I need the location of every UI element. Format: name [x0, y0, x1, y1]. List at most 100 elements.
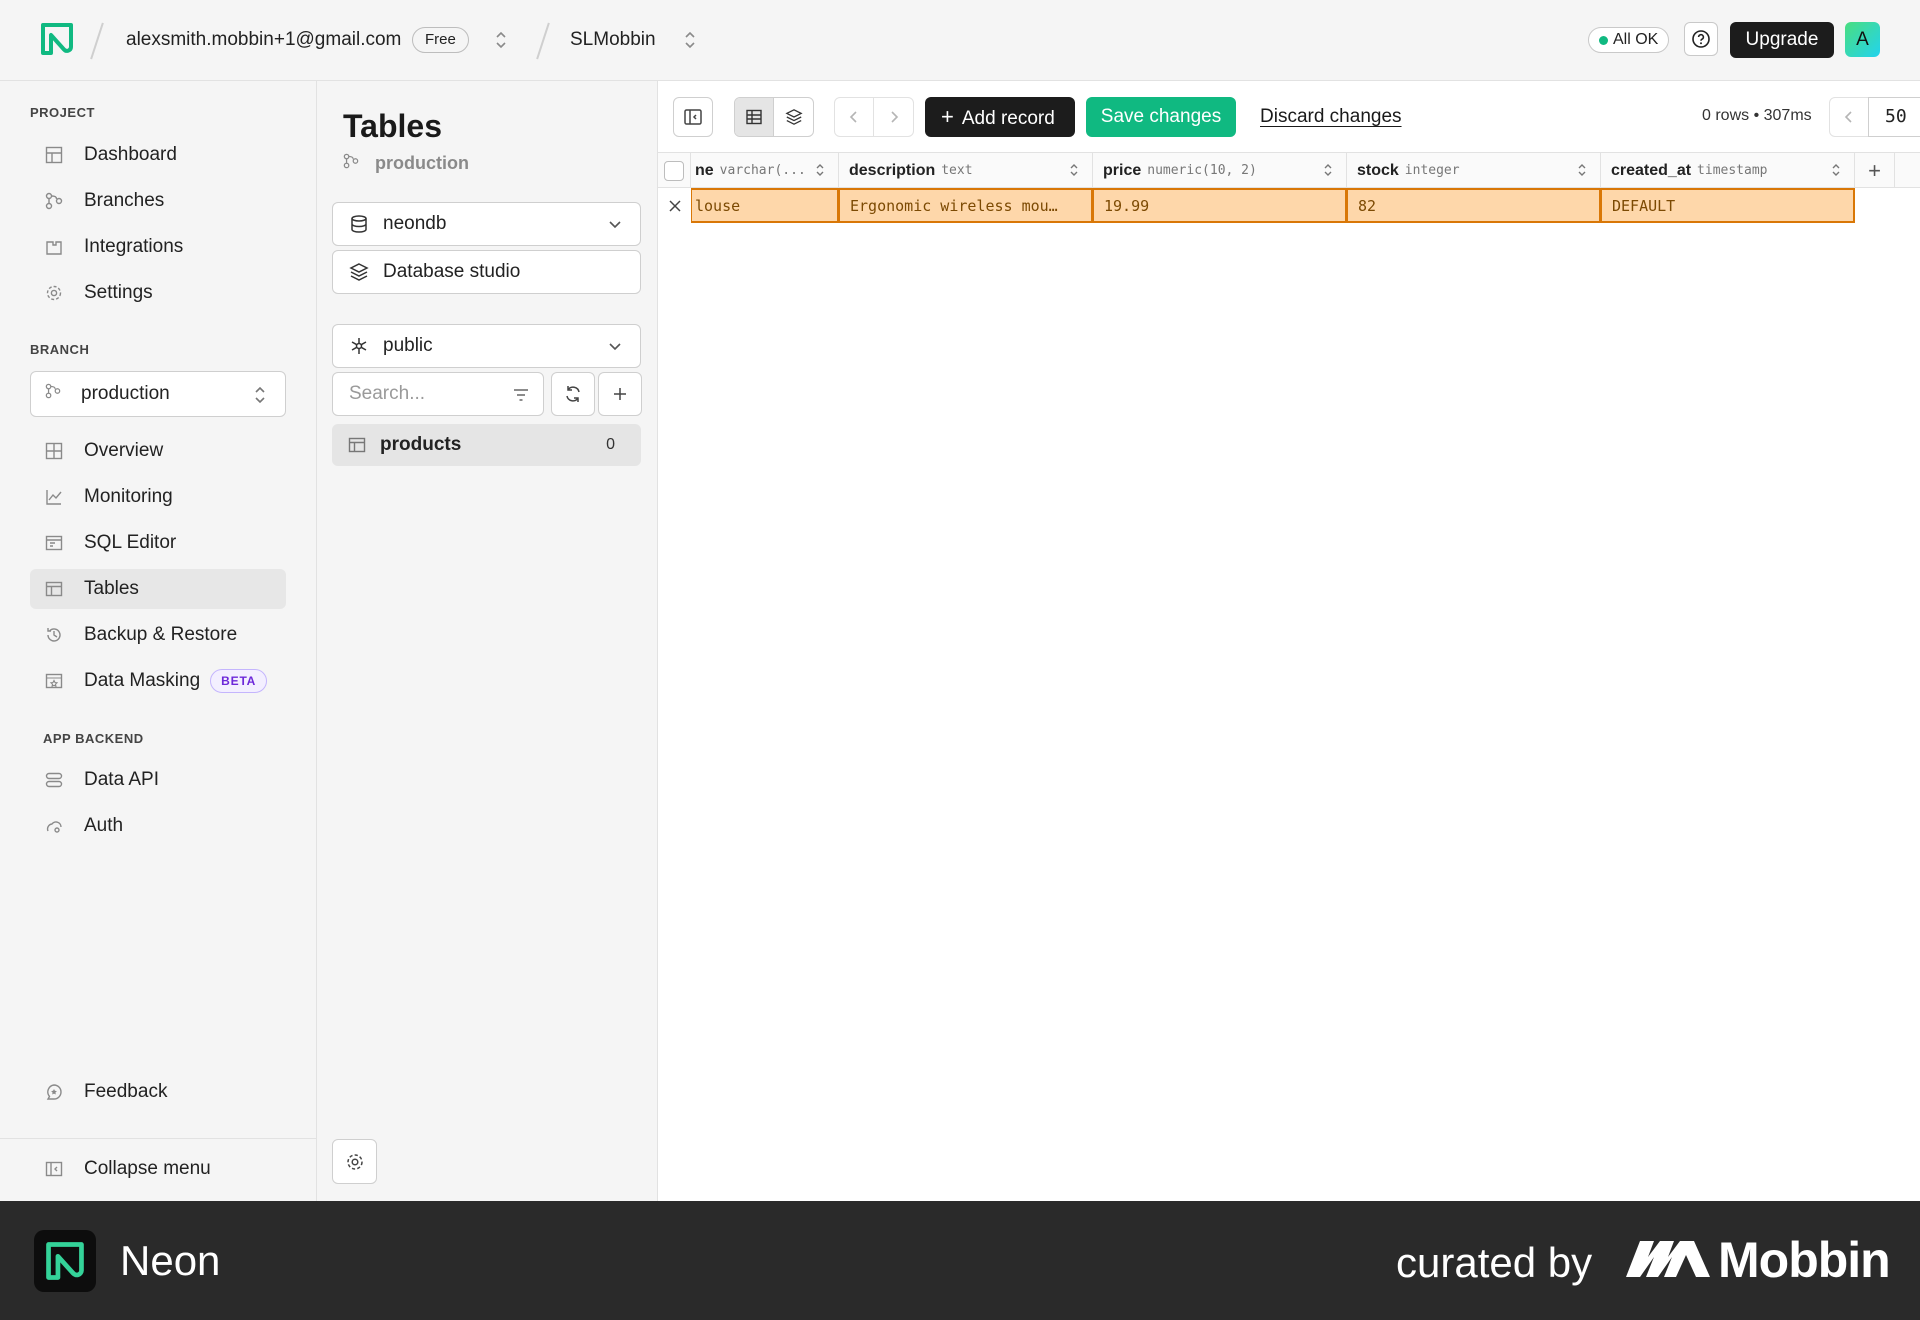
data-grid-area: + Add record Save changes Discard changes…	[658, 81, 1920, 1201]
nav-item-data-masking[interactable]: Data Masking BETA	[30, 661, 286, 701]
schema-view-button[interactable]	[774, 98, 813, 136]
next-record-button[interactable]	[874, 98, 913, 136]
database-select[interactable]: neondb	[332, 202, 641, 246]
database-select-value: neondb	[383, 213, 447, 234]
nav-item-overview[interactable]: Overview	[30, 431, 286, 471]
previous-record-button[interactable]	[835, 98, 875, 136]
sort-icon[interactable]	[1322, 162, 1334, 178]
avatar[interactable]: A	[1845, 22, 1880, 57]
column-header-description[interactable]: description text	[839, 153, 1093, 188]
record-navigation	[834, 97, 914, 137]
help-icon	[1692, 30, 1710, 48]
cell-stock[interactable]: 82	[1347, 188, 1601, 223]
table-search-input[interactable]: Search...	[332, 372, 544, 416]
column-type: text	[941, 163, 973, 178]
project-switcher-icon[interactable]	[683, 28, 697, 52]
nav-item-label: Settings	[84, 282, 153, 303]
cell-name[interactable]: louse	[691, 188, 839, 223]
account-switcher-icon[interactable]	[494, 28, 508, 52]
cell-description[interactable]: Ergonomic wireless mou…	[839, 188, 1093, 223]
project-name[interactable]: SLMobbin	[570, 29, 656, 51]
cell-created-at[interactable]: DEFAULT	[1601, 188, 1855, 223]
status-pill[interactable]: All OK	[1588, 27, 1670, 53]
nav-item-label: Backup & Restore	[84, 624, 238, 645]
neon-logo-icon[interactable]	[40, 22, 74, 56]
monitoring-icon	[44, 487, 64, 507]
discard-changes-link[interactable]: Discard changes	[1260, 106, 1402, 128]
mobbin-logo-icon	[1626, 1241, 1710, 1277]
sort-icon[interactable]	[1576, 162, 1588, 178]
collapse-icon	[44, 1159, 64, 1179]
grid-header: ne varchar(... description text price numer…	[658, 152, 1920, 188]
previous-page-button[interactable]	[1829, 97, 1869, 137]
panel-settings-button[interactable]	[332, 1139, 377, 1184]
nav-item-monitoring[interactable]: Monitoring	[30, 477, 286, 517]
cell-price[interactable]: 19.99	[1093, 188, 1347, 223]
schema-select[interactable]: public	[332, 324, 641, 368]
gear-icon	[346, 1153, 363, 1170]
toggle-sidebar-button[interactable]	[673, 97, 713, 137]
chevron-left-icon	[1844, 111, 1852, 123]
current-branch-name: production	[375, 153, 469, 173]
add-record-label: Add record	[961, 108, 1055, 129]
column-name: description	[849, 161, 936, 179]
nav-item-data-api[interactable]: Data API	[30, 760, 286, 800]
add-column-button[interactable]: +	[1855, 153, 1895, 188]
branch-select[interactable]: production	[30, 371, 286, 417]
column-name: price	[1103, 161, 1142, 179]
column-header-price[interactable]: price numeric(10, 2)	[1093, 153, 1347, 188]
account-email[interactable]: alexsmith.mobbin+1@gmail.com	[126, 29, 401, 51]
nav-item-backup-restore[interactable]: Backup & Restore	[30, 615, 286, 655]
column-header-name[interactable]: ne varchar(...	[691, 153, 839, 188]
help-button[interactable]	[1684, 22, 1718, 56]
footer-brand: Neon	[120, 1237, 221, 1284]
nav-item-label: Dashboard	[84, 144, 177, 165]
feedback-icon	[44, 1082, 64, 1102]
plus-icon: +	[941, 104, 954, 129]
chevron-right-icon	[890, 111, 898, 123]
remove-row-button[interactable]	[658, 188, 691, 223]
sql-editor-icon	[44, 533, 64, 553]
filter-icon[interactable]	[511, 385, 531, 405]
grid-view-button[interactable]	[735, 98, 775, 136]
nav-item-auth[interactable]: Auth	[30, 806, 286, 846]
sort-icon[interactable]	[814, 162, 826, 178]
column-header-stock[interactable]: stock integer	[1347, 153, 1601, 188]
column-header-created-at[interactable]: created_at timestamp	[1601, 153, 1855, 188]
status-dot-icon	[1599, 36, 1608, 45]
chevron-updown-icon	[255, 386, 265, 404]
section-label-project: PROJECT	[30, 105, 95, 120]
nav-item-label: Tables	[84, 578, 139, 599]
section-label-app-backend: APP BACKEND	[43, 731, 144, 746]
table-item-products[interactable]: products 0	[332, 424, 641, 466]
nav-item-branches[interactable]: Branches	[30, 181, 286, 221]
feedback-button[interactable]: Feedback	[30, 1072, 286, 1112]
nav-item-settings[interactable]: Settings	[30, 273, 286, 313]
chevron-down-icon	[609, 221, 621, 229]
nav-item-sql-editor[interactable]: SQL Editor	[30, 523, 286, 563]
collapse-menu-button[interactable]: Collapse menu	[30, 1149, 286, 1189]
current-branch: production	[343, 153, 469, 174]
add-record-button[interactable]: + Add record	[925, 97, 1075, 137]
backup-icon	[44, 625, 64, 645]
refresh-button[interactable]	[551, 372, 595, 416]
database-studio-button[interactable]: Database studio	[332, 250, 641, 294]
page-size-input[interactable]: 50	[1868, 97, 1920, 137]
sort-icon[interactable]	[1068, 162, 1080, 178]
curated-by-label: curated by	[1396, 1239, 1593, 1286]
database-icon	[349, 214, 369, 234]
select-all-checkbox[interactable]	[664, 161, 684, 181]
feedback-label: Feedback	[84, 1081, 168, 1102]
nav-item-tables[interactable]: Tables	[30, 569, 286, 609]
settings-icon	[44, 283, 64, 303]
sort-icon[interactable]	[1830, 162, 1842, 178]
layers-icon	[784, 109, 803, 125]
add-table-button[interactable]	[598, 372, 642, 416]
save-changes-button[interactable]: Save changes	[1086, 97, 1236, 137]
upgrade-button[interactable]: Upgrade	[1730, 22, 1834, 58]
data-masking-icon	[44, 671, 64, 691]
integrations-icon	[44, 237, 64, 257]
nav-item-integrations[interactable]: Integrations	[30, 227, 286, 267]
nav-item-dashboard[interactable]: Dashboard	[30, 135, 286, 175]
table-item-label: products	[380, 434, 462, 455]
